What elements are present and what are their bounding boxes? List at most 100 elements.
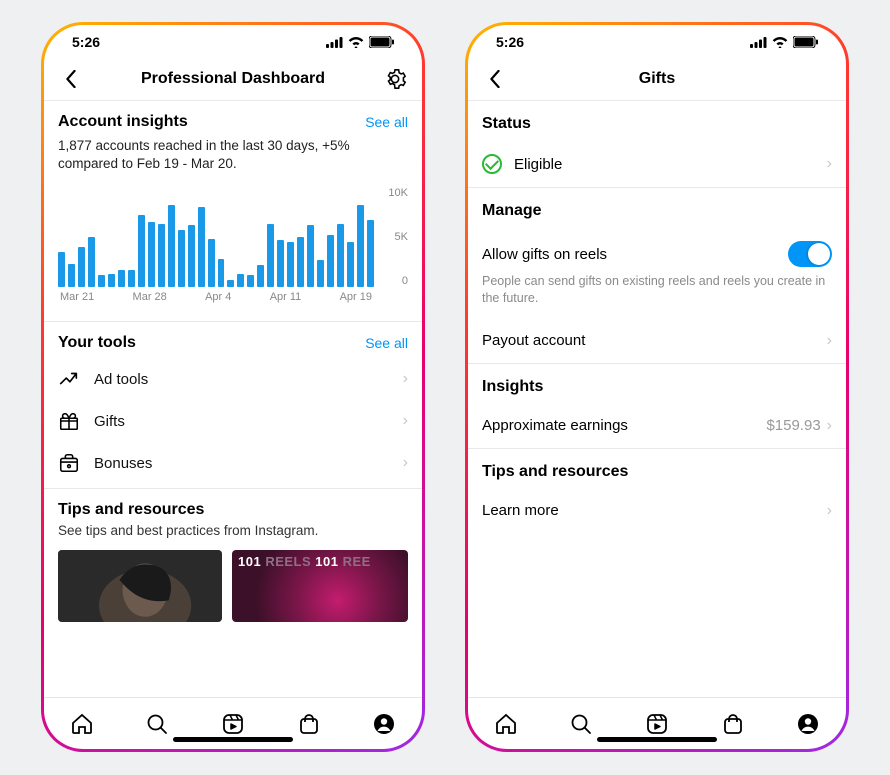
chart-bar — [178, 230, 185, 287]
tab-home[interactable] — [70, 712, 94, 736]
status-eligible-row[interactable]: Eligible › — [468, 141, 846, 187]
ytick: 10K — [378, 187, 408, 199]
tips-subtitle: See tips and best practices from Instagr… — [58, 523, 408, 538]
content-area: Status Eligible › Manage Allow gifts on … — [468, 101, 846, 697]
insights-group-title: Insights — [468, 364, 846, 404]
chart-bar — [247, 275, 254, 287]
phone-gifts: 5:26 Gifts Status Eligible › Manage — [465, 22, 849, 752]
earnings-row[interactable]: Approximate earnings $159.93 › — [468, 404, 846, 448]
tips-cards: 101 REELS 101 REE — [58, 550, 408, 622]
tab-home[interactable] — [494, 712, 518, 736]
gear-icon — [384, 68, 406, 90]
chart-bar — [58, 252, 65, 287]
tab-profile[interactable] — [372, 712, 396, 736]
status-icons — [750, 36, 818, 48]
xtick: Apr 4 — [205, 291, 231, 307]
status-icons — [326, 36, 394, 48]
chevron-left-icon — [488, 70, 502, 88]
reels-icon — [645, 712, 669, 736]
home-indicator — [597, 737, 717, 742]
tab-reels[interactable] — [221, 712, 245, 736]
chart-bar — [347, 242, 354, 287]
shop-icon — [297, 712, 321, 736]
page-title: Gifts — [508, 70, 806, 88]
chart-bar — [367, 220, 374, 287]
tab-reels[interactable] — [645, 712, 669, 736]
chart-bar — [98, 275, 105, 287]
tip-card-2-label: 101 REELS 101 REE — [238, 554, 371, 569]
chart-bar — [337, 224, 344, 287]
insights-summary: 1,877 accounts reached in the last 30 da… — [58, 137, 408, 173]
chart-bar — [267, 224, 274, 287]
tool-label: Bonuses — [94, 455, 389, 472]
profile-icon — [796, 712, 820, 736]
back-button[interactable] — [482, 66, 508, 92]
wifi-icon — [772, 36, 788, 48]
tool-ad-tools[interactable]: Ad tools › — [58, 358, 408, 400]
chevron-right-icon: › — [403, 454, 408, 472]
chart-bar — [128, 270, 135, 287]
chevron-right-icon: › — [827, 332, 832, 350]
chart-bar — [68, 264, 75, 287]
search-icon — [569, 712, 593, 736]
allow-gifts-row[interactable]: Allow gifts on reels — [468, 228, 846, 273]
chart-y-axis: 10K 5K 0 — [378, 187, 408, 287]
tips-title: Tips and resources — [58, 501, 408, 519]
learn-more-label: Learn more — [482, 502, 827, 519]
chevron-right-icon: › — [827, 502, 832, 520]
insights-title: Account insights — [58, 113, 188, 131]
tip-card-2[interactable]: 101 REELS 101 REE — [232, 550, 408, 622]
back-button[interactable] — [58, 66, 84, 92]
chart-bar — [317, 260, 324, 287]
tip-card-1[interactable] — [58, 550, 222, 622]
status-time: 5:26 — [72, 34, 100, 50]
allow-gifts-toggle[interactable] — [788, 241, 832, 267]
chart-bar — [78, 247, 85, 287]
tab-shop[interactable] — [297, 712, 321, 736]
nav-header: Professional Dashboard — [44, 57, 422, 101]
chart-bar — [307, 225, 314, 287]
earnings-value: $159.93 — [766, 417, 820, 434]
chart-bar — [227, 280, 234, 287]
cellular-icon — [750, 37, 767, 48]
reels-icon — [221, 712, 245, 736]
status-bar: 5:26 — [44, 25, 422, 57]
chart-bar — [277, 240, 284, 287]
tips-group-title: Tips and resources — [468, 449, 846, 489]
gift-icon — [58, 410, 80, 432]
chart-bar — [138, 215, 145, 287]
ytick: 0 — [378, 275, 408, 287]
status-bar: 5:26 — [468, 25, 846, 57]
tool-bonuses[interactable]: Bonuses › — [58, 442, 408, 484]
tools-see-all[interactable]: See all — [365, 335, 408, 351]
cellular-icon — [326, 37, 343, 48]
chart-bar — [188, 225, 195, 287]
learn-more-row[interactable]: Learn more › — [468, 489, 846, 533]
xtick: Mar 28 — [133, 291, 167, 307]
tab-search[interactable] — [569, 712, 593, 736]
chart-bar — [327, 235, 334, 287]
wifi-icon — [348, 36, 364, 48]
chart-bar — [218, 259, 225, 287]
chart-bar — [148, 222, 155, 287]
tool-label: Gifts — [94, 413, 389, 430]
settings-button[interactable] — [382, 66, 408, 92]
chevron-left-icon — [64, 70, 78, 88]
bonus-icon — [58, 452, 80, 474]
tab-shop[interactable] — [721, 712, 745, 736]
xtick: Apr 19 — [340, 291, 372, 307]
tab-search[interactable] — [145, 712, 169, 736]
nav-header: Gifts — [468, 57, 846, 101]
chart-bar — [198, 207, 205, 287]
insights-see-all[interactable]: See all — [365, 114, 408, 130]
account-insights-section: Account insights See all 1,877 accounts … — [44, 101, 422, 322]
phone-screen: 5:26 Gifts Status Eligible › Manage — [468, 25, 846, 749]
tab-profile[interactable] — [796, 712, 820, 736]
tool-label: Ad tools — [94, 371, 389, 388]
payout-account-row[interactable]: Payout account › — [468, 319, 846, 363]
home-indicator — [173, 737, 293, 742]
tools-title: Your tools — [58, 334, 136, 352]
chevron-right-icon: › — [403, 412, 408, 430]
chevron-right-icon: › — [403, 370, 408, 388]
tool-gifts[interactable]: Gifts › — [58, 400, 408, 442]
